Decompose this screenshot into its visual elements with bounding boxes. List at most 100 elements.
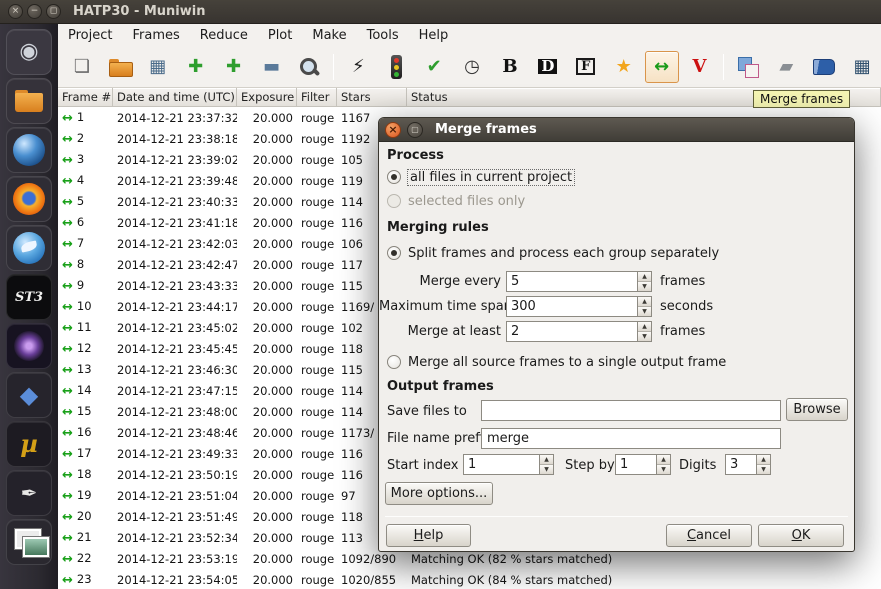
column-header-exposure[interactable]: Exposure (237, 88, 297, 106)
start-index-spinner[interactable]: 1 ▲ ▼ (463, 454, 554, 475)
minimize-button[interactable]: − (27, 4, 42, 19)
step-by-value[interactable]: 1 (615, 454, 656, 475)
radio-split-groups[interactable]: Split frames and process each group sepa… (387, 244, 719, 262)
cancel-button[interactable]: Cancel (666, 524, 752, 547)
muniwin-launcher[interactable]: µ (6, 421, 52, 467)
spin-up-icon[interactable]: ▲ (657, 455, 670, 465)
frame-number: 1 (76, 109, 85, 124)
save-to-input[interactable] (481, 400, 781, 421)
convert-icon[interactable]: ✔ (417, 51, 451, 83)
menu-tools[interactable]: Tools (357, 26, 409, 45)
exposure-cell: 20.000 (252, 446, 293, 461)
converted-icon: ↔ (62, 530, 73, 546)
table-row[interactable]: ↔ 23 2014-12-21 23:54:05 20.000 rouge 1020/85… (58, 569, 881, 589)
help-button[interactable]: Help (386, 524, 471, 547)
planetarium-launcher[interactable] (6, 323, 52, 369)
frame-number: 8 (76, 256, 85, 271)
close-button[interactable]: × (8, 4, 23, 19)
add-folder-icon[interactable]: ✚ (217, 51, 251, 83)
menu-reduce[interactable]: Reduce (190, 26, 258, 45)
filter-cell: rouge (301, 236, 335, 251)
merge-every-spinner[interactable]: 5 ▲ ▼ (506, 271, 652, 292)
column-header-date[interactable]: Date and time (UTC) (113, 88, 237, 106)
firefox-launcher[interactable] (6, 176, 52, 222)
merge-least-spinner[interactable]: 2 ▲ ▼ (506, 321, 652, 342)
max-span-spinner[interactable]: 300 ▲ ▼ (506, 296, 652, 317)
menu-plot[interactable]: Plot (258, 26, 303, 45)
find-variables-icon[interactable]: V (683, 51, 717, 83)
remove-files-icon[interactable]: ▬ (255, 51, 289, 83)
menu-help[interactable]: Help (409, 26, 459, 45)
express-reduction-icon[interactable]: ⚡ (341, 51, 375, 83)
aperture-icon[interactable] (731, 51, 765, 83)
start-index-value[interactable]: 1 (463, 454, 539, 475)
spin-up-icon[interactable]: ▲ (638, 272, 651, 282)
add-files-icon[interactable]: ✚ (179, 51, 213, 83)
menu-make[interactable]: Make (302, 26, 356, 45)
step-by-spinner[interactable]: 1 ▲ ▼ (615, 454, 671, 475)
photos-launcher[interactable] (6, 519, 52, 565)
date-cell: 2014-12-21 23:43:33 (117, 278, 237, 293)
st3-launcher[interactable]: ST3 (6, 274, 52, 320)
search-icon[interactable] (292, 51, 326, 83)
thunderbird-launcher[interactable] (6, 225, 52, 271)
merge-least-value[interactable]: 2 (506, 321, 637, 342)
spin-down-icon[interactable]: ▼ (638, 282, 651, 291)
table-view-icon[interactable]: ▦ (845, 51, 879, 83)
column-header-filter[interactable]: Filter (297, 88, 337, 106)
spin-down-icon[interactable]: ▼ (657, 465, 670, 474)
tooltip: Merge frames (753, 90, 851, 108)
merge-every-value[interactable]: 5 (506, 271, 637, 292)
spin-down-icon[interactable]: ▼ (540, 465, 553, 474)
more-options-button[interactable]: More options... (385, 482, 493, 505)
spin-up-icon[interactable]: ▲ (638, 322, 651, 332)
menu-project[interactable]: Project (58, 26, 122, 45)
max-span-value[interactable]: 300 (506, 296, 637, 317)
files-launcher[interactable] (6, 78, 52, 124)
ok-button[interactable]: OK (758, 524, 844, 547)
radio-all-files[interactable]: all files in current project (387, 168, 576, 186)
filter-cell: rouge (301, 194, 335, 209)
menu-frames[interactable]: Frames (122, 26, 189, 45)
column-header-stars[interactable]: Stars (337, 88, 407, 106)
open-folder-icon[interactable] (103, 51, 137, 83)
converted-icon: ↔ (62, 299, 73, 315)
spin-up-icon[interactable]: ▲ (757, 455, 770, 465)
spin-up-icon[interactable]: ▲ (540, 455, 553, 465)
converted-icon: ↔ (62, 467, 73, 483)
bias-correction-icon[interactable]: B (493, 51, 527, 83)
st3-launcher-icon: ST3 (14, 289, 44, 305)
spin-up-icon[interactable]: ▲ (638, 297, 651, 307)
dark-correction-icon[interactable]: D (531, 51, 565, 83)
column-header-frame[interactable]: Frame # (58, 88, 113, 106)
date-cell: 2014-12-21 23:51:49 (117, 509, 237, 524)
frame-list-icon[interactable]: ▦ (141, 51, 175, 83)
radio-single-frame[interactable]: Merge all source frames to a single outp… (387, 353, 726, 371)
dialog-maximize-icon[interactable]: ▢ (407, 121, 423, 138)
process-status-icon[interactable] (379, 51, 413, 83)
digits-value[interactable]: 3 (725, 454, 756, 475)
cube-launcher[interactable]: ◆ (6, 372, 52, 418)
frame-number: 18 (76, 466, 92, 481)
catalog-icon[interactable] (807, 51, 841, 83)
spin-down-icon[interactable]: ▼ (638, 332, 651, 341)
merge-frames-icon[interactable]: ↔ (644, 50, 679, 83)
new-file-icon[interactable]: ❏ (65, 51, 99, 83)
eraser-icon[interactable]: ▰ (769, 51, 803, 83)
photometry-icon[interactable]: ★ (607, 51, 641, 83)
time-correction-icon[interactable]: ◷ (455, 51, 489, 83)
pen-launcher[interactable]: ✒ (6, 470, 52, 516)
dash-launcher[interactable]: ◉ (6, 29, 52, 75)
browser-launcher[interactable] (6, 127, 52, 173)
maximize-button[interactable]: ◻ (46, 4, 61, 19)
prefix-input[interactable]: merge (481, 428, 781, 449)
flat-correction-icon[interactable]: F (569, 51, 603, 83)
spin-down-icon[interactable]: ▼ (638, 307, 651, 316)
dialog-titlebar[interactable]: × ▢ Merge frames (379, 118, 854, 142)
spin-down-icon[interactable]: ▼ (757, 465, 770, 474)
browse-button[interactable]: Browse (786, 398, 848, 421)
digits-spinner[interactable]: 3 ▲ ▼ (725, 454, 771, 475)
table-view-icon-glyph: ▦ (853, 55, 871, 77)
toolbar-separator (723, 53, 725, 80)
dialog-close-icon[interactable]: × (385, 121, 401, 138)
